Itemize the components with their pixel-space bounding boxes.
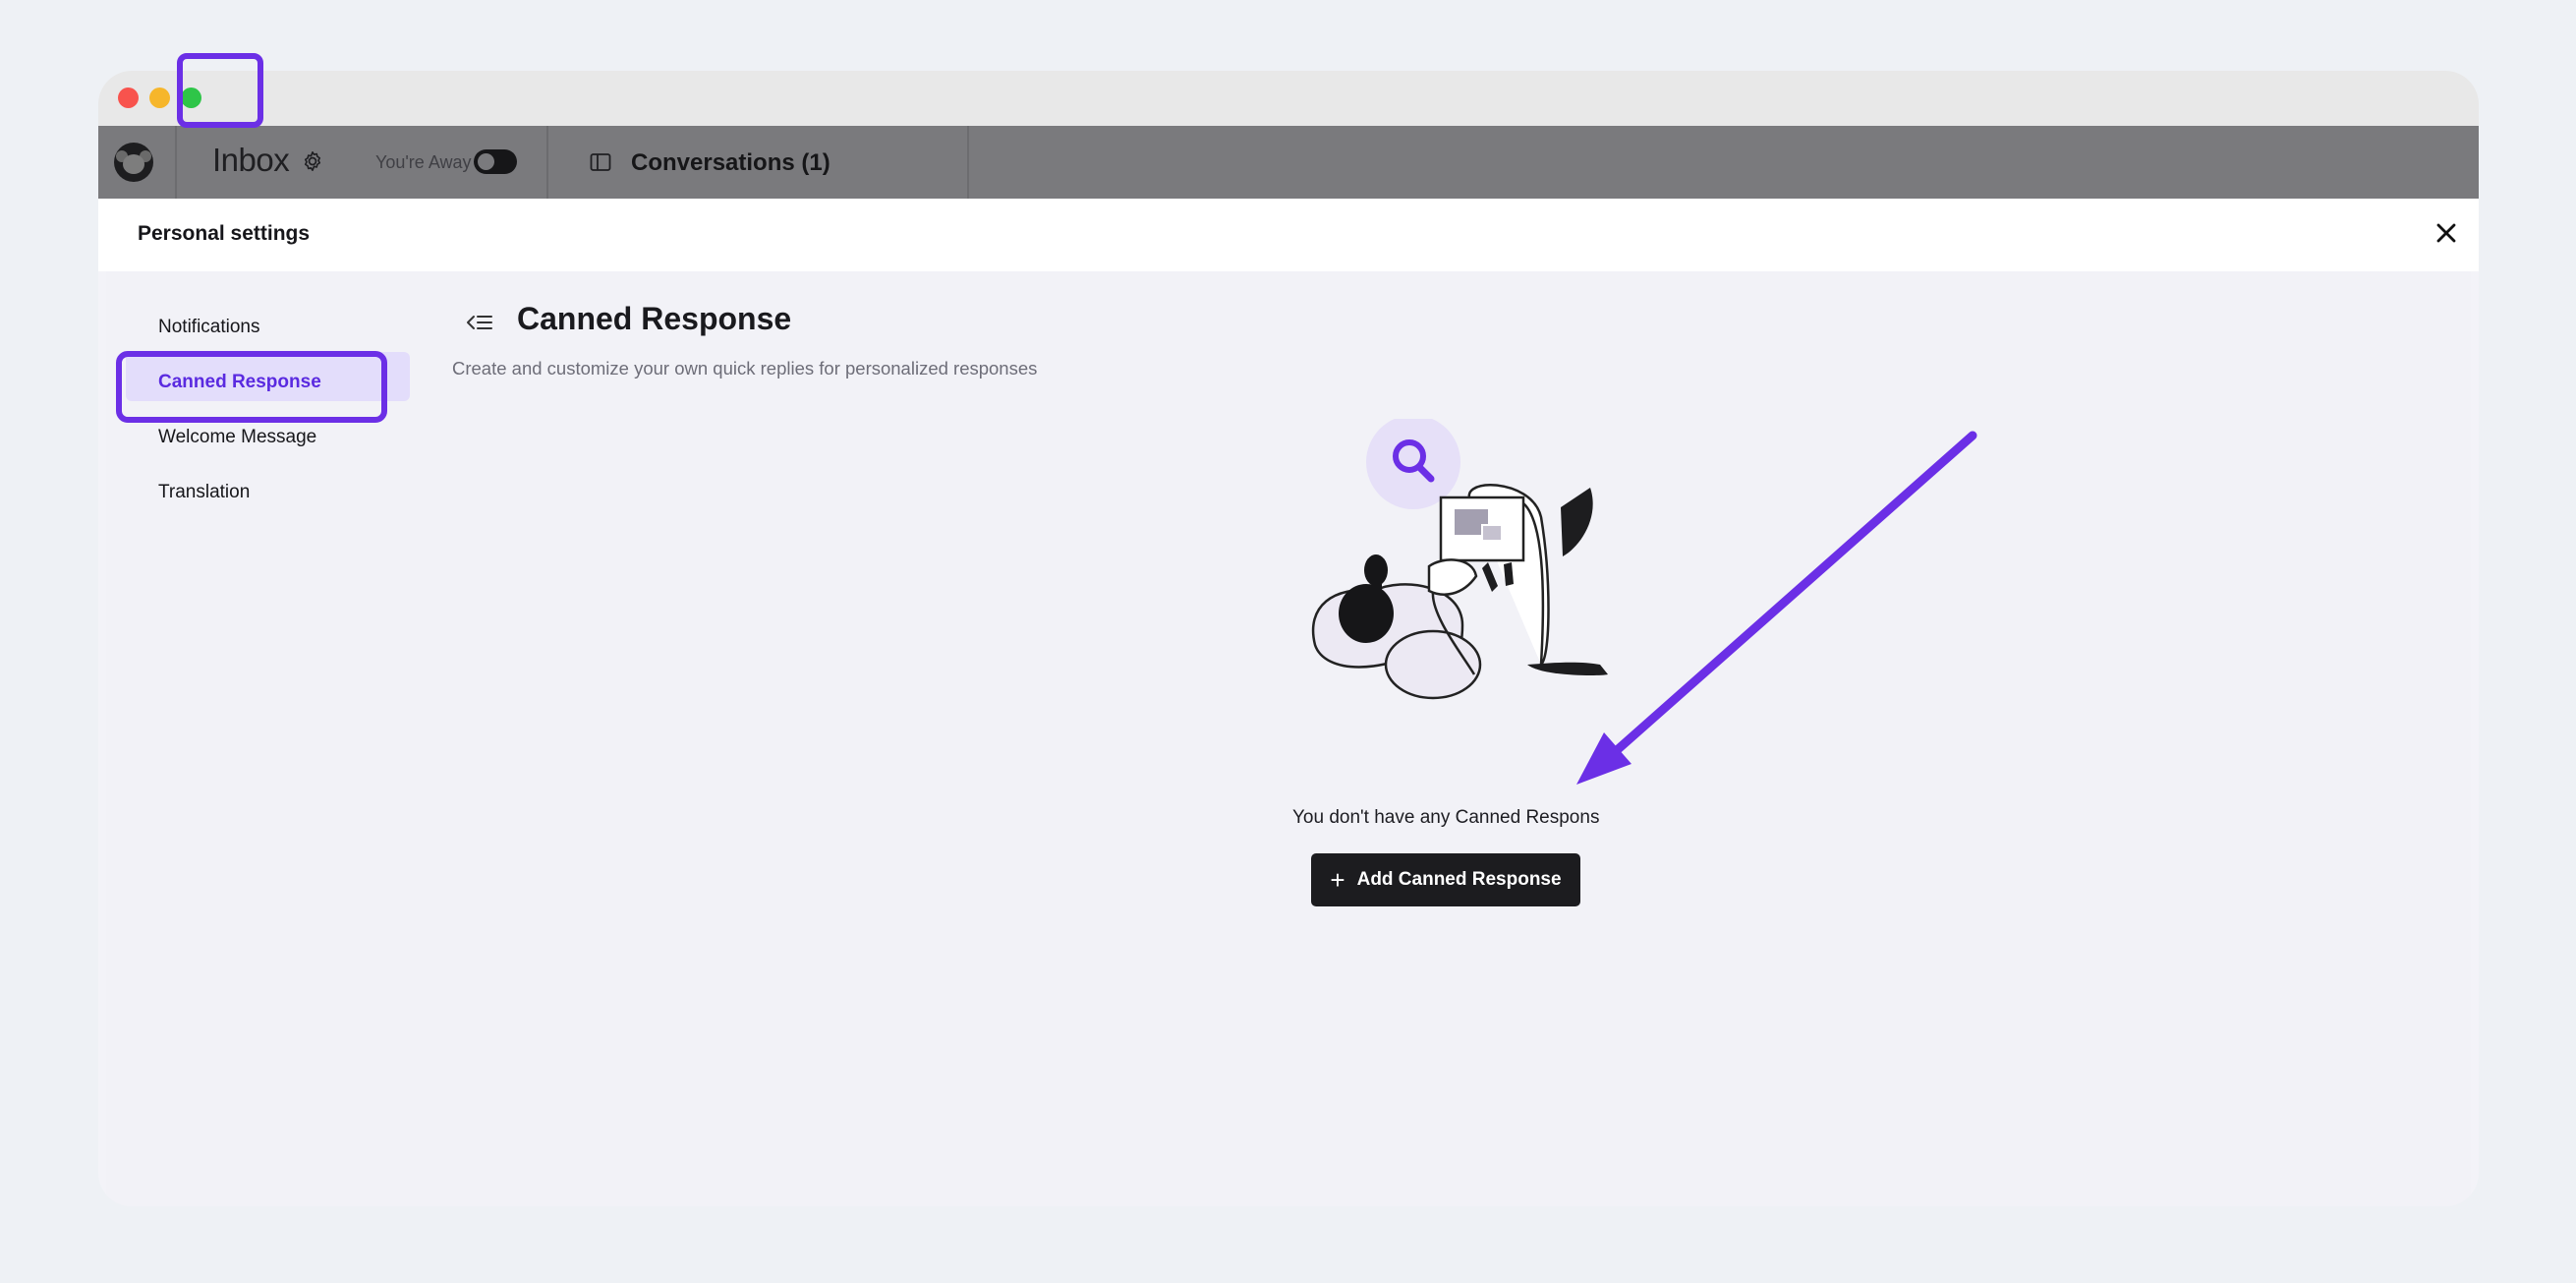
inbox-title: Inbox	[212, 142, 290, 178]
settings-header: Personal settings	[98, 199, 2479, 271]
conversations-tab[interactable]: Conversations (1)	[631, 149, 830, 177]
header-divider	[967, 126, 969, 199]
add-button-label: Add Canned Response	[1356, 869, 1562, 890]
window-close-button[interactable]	[118, 87, 139, 108]
page-title: Canned Response	[517, 301, 792, 336]
away-status-label: You're Away	[375, 152, 472, 172]
toggle-knob	[478, 153, 494, 170]
header-divider	[546, 126, 548, 199]
collapse-menu-icon[interactable]	[466, 311, 493, 334]
monkey-logo-icon[interactable]	[114, 143, 153, 182]
header-divider	[175, 126, 177, 199]
app-window: Inbox You're Away Conversations (1) Pers…	[98, 71, 2479, 1206]
empty-state-illustration	[1311, 419, 1608, 700]
nav-item-translation[interactable]: Translation	[158, 482, 250, 503]
close-icon[interactable]	[2432, 218, 2461, 248]
app-header: Inbox You're Away Conversations (1)	[98, 126, 2479, 199]
settings-body: Notifications Canned Response Welcome Me…	[106, 271, 2471, 1206]
window-titlebar	[98, 71, 2479, 126]
empty-state-message: You don't have any Canned Respons	[1292, 807, 1600, 828]
sidebar-toggle-icon[interactable]	[590, 152, 611, 172]
away-toggle[interactable]	[474, 149, 517, 174]
highlight-box-nav	[116, 351, 387, 423]
add-canned-response-button[interactable]: + Add Canned Response	[1311, 853, 1580, 906]
settings-title: Personal settings	[138, 222, 311, 245]
gear-icon[interactable]	[300, 148, 325, 174]
nav-item-notifications[interactable]: Notifications	[158, 317, 260, 338]
window-minimize-button[interactable]	[149, 87, 170, 108]
highlight-box-gear	[177, 53, 263, 128]
page-subtitle: Create and customize your own quick repl…	[452, 358, 1038, 379]
nav-item-welcome-message[interactable]: Welcome Message	[158, 427, 316, 448]
plus-icon: +	[1330, 865, 1345, 895]
